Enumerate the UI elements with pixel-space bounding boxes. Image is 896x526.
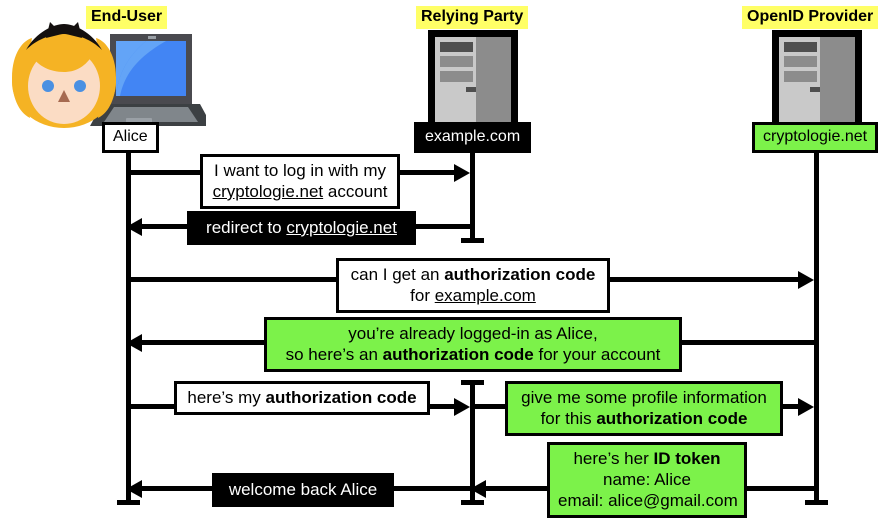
message-text-run: authorization code [444, 265, 596, 284]
sequence-diagram-canvas: End-User Relying Party OpenID Provider A… [0, 0, 896, 526]
arrow-head-msg-5 [454, 398, 470, 416]
message-text-run: for your account [533, 345, 661, 364]
message-text-run: give me some profile information [521, 388, 767, 407]
message-line: I want to log in with my [211, 160, 389, 181]
arrow-head-msg-1 [454, 164, 470, 182]
message-text-run: name: Alice [603, 470, 691, 489]
arrow-head-msg-3 [798, 271, 814, 289]
actor-title-relying-party: Relying Party [416, 6, 529, 29]
message-text-run: example.com [434, 286, 536, 305]
message-line: here’s her ID token [558, 448, 736, 469]
lifeline-foot-relying-party-1 [461, 238, 484, 243]
lifeline-label-end-user: Alice [102, 122, 159, 153]
message-line: for example.com [347, 285, 599, 306]
server-tower-icon-relying-party [428, 30, 518, 135]
alice-face-icon [12, 22, 116, 128]
server-tower-icon-openid-provider [772, 30, 862, 135]
message-line: so here’s an authorization code for your… [275, 344, 671, 365]
arrow-head-msg-8 [126, 480, 142, 498]
message-box-msg-1: I want to log in with my cryptologie.net … [200, 154, 400, 209]
message-box-msg-2: redirect to cryptologie.net [187, 211, 416, 245]
message-line: give me some profile information [516, 387, 772, 408]
message-box-msg-5: here’s my authorization code [174, 381, 430, 415]
message-text-run: here’s my [187, 388, 266, 407]
message-text-run: cryptologie.net [212, 182, 324, 201]
message-text-run: so here’s an [285, 345, 383, 364]
alice-avatar-laptop-icon [6, 22, 212, 132]
lifeline-openid-provider [814, 153, 819, 505]
message-line: cryptologie.net account [211, 181, 389, 202]
message-text-run: cryptologie.net [286, 218, 397, 237]
message-line: name: Alice [558, 469, 736, 490]
message-text-run: you’re already logged-in as Alice, [348, 324, 598, 343]
message-box-msg-3: can I get an authorization code for examp… [336, 258, 610, 313]
message-box-msg-7: here’s her ID token name: Alice email: ali… [547, 442, 747, 518]
lifeline-foot-relying-party-2 [461, 500, 484, 505]
message-text-run: for [410, 286, 435, 305]
message-text-run: welcome back Alice [228, 480, 378, 499]
message-box-msg-8: welcome back Alice [212, 473, 394, 507]
message-text-run: authorization code [265, 388, 417, 407]
lifeline-label-openid-provider: cryptologie.net [752, 122, 879, 153]
actor-title-openid-provider: OpenID Provider [742, 6, 879, 29]
message-line: redirect to cryptologie.net [198, 217, 405, 238]
lifeline-relying-party-segment-1 [470, 150, 475, 243]
message-line: email: alice@gmail.com [558, 490, 738, 511]
message-text-run: authorization code [382, 345, 534, 364]
message-box-msg-4: you’re already logged-in as Alice, so her… [264, 317, 682, 372]
arrow-head-msg-2 [126, 218, 142, 236]
message-text-run: account [323, 182, 388, 201]
message-line: here’s my authorization code [185, 387, 419, 408]
message-line: for this authorization code [516, 408, 772, 429]
message-line: can I get an authorization code [347, 264, 599, 285]
message-box-msg-6: give me some profile information for this… [505, 381, 783, 436]
message-text-run: redirect to [206, 218, 287, 237]
arrow-head-msg-6 [798, 398, 814, 416]
message-text-run: authorization code [596, 409, 748, 428]
arrow-head-msg-4 [126, 334, 142, 352]
message-line: welcome back Alice [223, 479, 383, 500]
message-text-run: ID token [653, 449, 721, 468]
message-text-run: email: alice@gmail.com [558, 491, 738, 510]
message-text-run: can I get an [350, 265, 445, 284]
lifeline-foot-openid-provider [805, 500, 828, 505]
message-line: you’re already logged-in as Alice, [275, 323, 671, 344]
lifeline-label-relying-party: example.com [414, 122, 532, 153]
lifeline-end-user [126, 150, 131, 505]
lifeline-foot-end-user [117, 500, 140, 505]
message-text-run: I want to log in with my [214, 161, 386, 180]
message-text-run: here’s her [573, 449, 654, 468]
message-text-run: for this [540, 409, 597, 428]
